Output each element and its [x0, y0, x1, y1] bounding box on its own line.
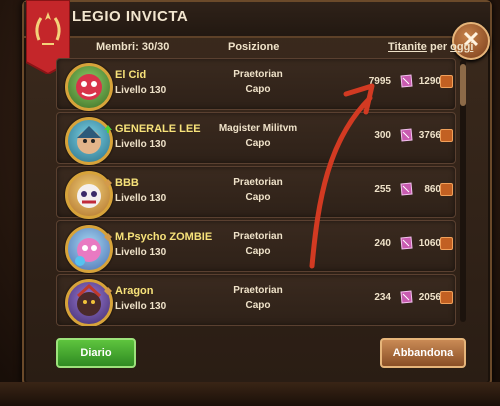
guild-title: LEGIO INVICTA	[72, 8, 189, 25]
chevron-down-icon	[440, 237, 453, 250]
titanite-value: 234	[374, 292, 391, 303]
chevron-down-icon	[440, 129, 453, 142]
score-value: 860	[424, 184, 441, 195]
diamond-icon	[104, 233, 112, 241]
member-name: GENERALE LEE	[115, 123, 201, 135]
list-item[interactable]: GENERALE LEE Livello 130 Magister Militv…	[56, 112, 456, 165]
chevron-down-icon	[440, 183, 453, 196]
score-value: 1290	[418, 76, 441, 87]
member-rank: Capo	[245, 246, 271, 257]
per-label: per	[429, 41, 448, 53]
titanite-value: 240	[374, 238, 391, 249]
member-rank: Capo	[245, 84, 271, 95]
titanite-gem-icon	[400, 290, 413, 304]
position-header: Posizione	[228, 41, 280, 53]
score-value: 1060	[418, 238, 441, 249]
member-rank: Capo	[245, 138, 271, 149]
diamond-icon	[104, 287, 112, 295]
member-role: Praetorian	[233, 69, 283, 80]
scrollbar[interactable]	[460, 60, 466, 322]
list-item[interactable]: Aragon Livello 130 Praetorian Capo 234 2…	[56, 274, 456, 326]
diary-button[interactable]: Diario	[56, 338, 136, 368]
titanite-gem-icon	[400, 74, 413, 88]
green-arrow-icon	[104, 125, 112, 133]
titanite-value: 255	[374, 184, 391, 195]
member-role: Praetorian	[233, 177, 283, 188]
period-link[interactable]: oggi	[450, 41, 473, 53]
member-level: Livello 130	[115, 247, 167, 258]
chevron-down-icon	[440, 75, 453, 88]
member-role: Praetorian	[233, 231, 283, 242]
titanite-gem-icon	[400, 128, 413, 142]
member-rank: Capo	[245, 192, 271, 203]
member-name: BBB	[115, 177, 139, 189]
member-level: Livello 130	[115, 139, 167, 150]
leave-button[interactable]: Abbandona	[380, 338, 466, 368]
member-role: Magister Militvm	[218, 123, 298, 134]
scrollbar-thumb[interactable]	[460, 64, 466, 106]
score-value: 3766	[418, 130, 441, 141]
score-value: 2056	[418, 292, 441, 303]
member-list[interactable]: El Cid Livello 130 Praetorian Capo 7995 …	[56, 58, 456, 326]
member-level: Livello 130	[115, 193, 167, 204]
member-name: M.Psycho ZOMBIE	[115, 231, 213, 243]
member-role: Praetorian	[233, 285, 283, 296]
list-item[interactable]: El Cid Livello 130 Praetorian Capo 7995 …	[56, 58, 456, 111]
diamond-icon	[104, 179, 112, 187]
titanite-value: 300	[374, 130, 391, 141]
avatar[interactable]	[65, 63, 113, 111]
member-name: Aragon	[115, 285, 154, 297]
chevron-down-icon	[440, 291, 453, 304]
titanite-gem-icon	[400, 182, 413, 196]
list-item[interactable]: M.Psycho ZOMBIE Livello 130 Praetorian C…	[56, 220, 456, 273]
member-level: Livello 130	[115, 301, 167, 312]
titanite-value: 7995	[368, 76, 391, 87]
titanite-gem-icon	[400, 236, 413, 250]
bottom-bar	[0, 382, 500, 406]
members-count: Membri: 30/30	[96, 41, 170, 53]
titanite-header: Titanite per oggi	[388, 41, 473, 53]
titanite-sort-link[interactable]: Titanite	[388, 41, 427, 53]
member-rank: Capo	[245, 300, 271, 311]
member-name: El Cid	[115, 69, 147, 81]
list-item[interactable]: BBB Livello 130 Praetorian Capo 255 860	[56, 166, 456, 219]
member-level: Livello 130	[115, 85, 167, 96]
hero-portrait-icon	[76, 74, 102, 100]
